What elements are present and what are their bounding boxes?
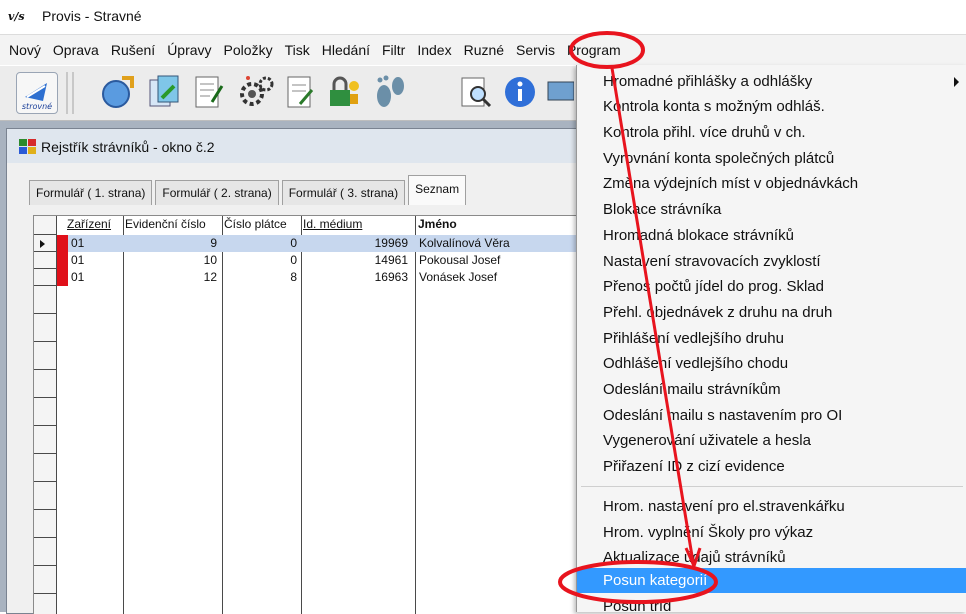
menu-item-hromadne-prihlasky[interactable]: Hromadné přihlášky a odhlášky [577, 69, 966, 94]
status-marker [57, 235, 68, 252]
ruzne-dropdown-menu: Hromadné přihlášky a odhlášky Kontrola k… [576, 65, 966, 612]
footprints-icon[interactable] [370, 72, 410, 112]
title-bar: v/s Provis - Stravné [0, 0, 966, 35]
child-window: Rejstřík strávníků - okno č.2 Formulář (… [6, 128, 588, 614]
cell-cislo-platce: 0 [290, 236, 297, 250]
copy-pages-icon[interactable] [144, 72, 184, 112]
refresh-globe-icon[interactable] [98, 72, 138, 112]
toolbar-separator [66, 72, 68, 114]
column-header-cislo-platce[interactable]: Číslo plátce [224, 217, 287, 231]
menu-item-blokace-stravnika[interactable]: Blokace strávníka [577, 197, 966, 222]
cell-id-medium: 16963 [374, 270, 408, 284]
status-marker [57, 269, 68, 286]
menu-program[interactable]: Program [561, 42, 627, 58]
cell-zarizeni: 01 [71, 236, 85, 250]
cell-cislo-platce: 8 [290, 270, 297, 284]
menu-upravy[interactable]: Úpravy [161, 42, 217, 58]
menu-item-prenos-poctu[interactable]: Přenos počtů jídel do prog. Sklad [577, 274, 966, 299]
menu-ruseni[interactable]: Rušení [105, 42, 161, 58]
table-row[interactable]: 01 9 0 19969 Kolvalínová Věra [57, 235, 588, 252]
current-row-pointer-icon [40, 240, 45, 248]
menu-ruzne[interactable]: Ruzné [458, 42, 510, 58]
child-window-title: Rejstřík strávníků - okno č.2 [41, 139, 215, 155]
tab-strip: Formulář ( 1. strana) Formulář ( 2. stra… [29, 175, 469, 205]
child-window-titlebar: Rejstřík strávníků - okno č.2 [7, 129, 587, 163]
menu-item-vyrovnani-konta[interactable]: Vyrovnání konta společných plátců [577, 146, 966, 171]
menu-separator [581, 486, 963, 487]
cell-evidencni-cislo: 10 [203, 253, 217, 267]
document-edit-icon[interactable] [280, 72, 320, 112]
menu-item-kontrola-prihl[interactable]: Kontrola přihl. více druhů v ch. [577, 120, 966, 145]
info-icon[interactable] [500, 72, 540, 112]
menu-item-odhlaseni-vedlejsiho[interactable]: Odhlášení vedlejšího chodu [577, 351, 966, 376]
window-title: Provis - Stravné [42, 8, 142, 24]
window-app-icon [19, 139, 36, 154]
tab-seznam[interactable]: Seznam [408, 175, 467, 205]
menu-item-zmena-vydejnich-mist[interactable]: Změna výdejních míst v objednávkách [577, 171, 966, 196]
menu-item-vygenerovani-uzivatele[interactable]: Vygenerování uživatele a hesla [577, 428, 966, 453]
cell-zarizeni: 01 [71, 253, 85, 267]
menu-hledani[interactable]: Hledání [316, 42, 376, 58]
stravne-icon[interactable]: strovné [16, 72, 58, 114]
toolbar-separator [72, 72, 74, 114]
edit-list-icon[interactable] [188, 72, 228, 112]
menu-item-hromadna-blokace[interactable]: Hromadná blokace strávníků [577, 223, 966, 248]
row-selector-column[interactable] [34, 216, 57, 614]
cell-jmeno: Pokousal Josef [419, 253, 501, 267]
column-header-zarizeni[interactable]: Zařízení [67, 217, 111, 231]
menu-item-kontrola-konta[interactable]: Kontrola konta s možným odhláš. [577, 94, 966, 119]
menu-item-posun-trid[interactable]: Posun tříd [577, 594, 966, 612]
search-document-icon[interactable] [456, 72, 496, 112]
tab-formular-1[interactable]: Formulář ( 1. strana) [29, 180, 153, 205]
menu-bar: Nový Oprava Rušení Úpravy Položky Tisk H… [0, 35, 966, 65]
cell-id-medium: 14961 [374, 253, 408, 267]
menu-item-aktualizace-udaju[interactable]: Aktualizace údajů strávníků [577, 545, 966, 570]
menu-item-odeslani-mailu-oi[interactable]: Odeslání mailu s nastavením pro OI [577, 403, 966, 428]
cell-jmeno: Vonásek Josef [419, 270, 498, 284]
menu-item-prihlaseni-vedlejsiho[interactable]: Přihlášení vedlejšího druhu [577, 326, 966, 351]
menu-index[interactable]: Index [411, 42, 457, 58]
menu-item-odeslani-mailu[interactable]: Odeslání mailu strávníkům [577, 377, 966, 402]
column-header-jmeno[interactable]: Jméno [418, 217, 457, 231]
menu-item-posun-kategorii[interactable]: Posun kategorií [577, 568, 966, 593]
cell-jmeno: Kolvalínová Věra [419, 236, 510, 250]
menu-item-prirazeni-id[interactable]: Přiřazení ID z cizí evidence [577, 454, 966, 479]
menu-filtr[interactable]: Filtr [376, 42, 411, 58]
lock-key-icon[interactable] [324, 72, 364, 112]
menu-item-nastaveni-zvyklosti[interactable]: Nastavení stravovacích zvyklostí [577, 249, 966, 274]
menu-item-hrom-vyplneni[interactable]: Hrom. vyplnění Školy pro výkaz [577, 520, 966, 545]
tab-formular-3[interactable]: Formulář ( 3. strana) [281, 180, 406, 205]
menu-oprava[interactable]: Oprava [47, 42, 105, 58]
app-logo: v/s [8, 10, 25, 23]
stravne-label: strovné [22, 101, 52, 111]
menu-novy[interactable]: Nový [0, 42, 47, 58]
table-row[interactable]: 01 12 8 16963 Vonásek Josef [57, 269, 588, 286]
submenu-arrow-icon [954, 77, 959, 87]
column-header-id-medium[interactable]: Id. médium [303, 217, 362, 231]
monitor-icon[interactable] [544, 72, 575, 112]
cell-id-medium: 19969 [374, 236, 408, 250]
cell-zarizeni: 01 [71, 270, 85, 284]
status-marker [57, 252, 68, 269]
menu-item-hrom-nastaveni[interactable]: Hrom. nastavení pro el.stravenkářku [577, 494, 966, 519]
menu-polozky[interactable]: Položky [218, 42, 279, 58]
tab-formular-2[interactable]: Formulář ( 2. strana) [155, 180, 279, 205]
menu-item-prehl-objednavek[interactable]: Přehl. objednávek z druhu na druh [577, 300, 966, 325]
cell-cislo-platce: 0 [290, 253, 297, 267]
menu-servis[interactable]: Servis [510, 42, 561, 58]
cell-evidencni-cislo: 12 [203, 270, 217, 284]
cell-evidencni-cislo: 9 [210, 236, 217, 250]
data-grid: Zařízení Evidenční číslo Číslo plátce Id… [33, 215, 588, 614]
column-header-evidencni-cislo[interactable]: Evidenční číslo [125, 217, 206, 231]
menu-tisk[interactable]: Tisk [279, 42, 316, 58]
table-row[interactable]: 01 10 0 14961 Pokousal Josef [57, 252, 588, 269]
gears-icon[interactable] [236, 72, 276, 112]
